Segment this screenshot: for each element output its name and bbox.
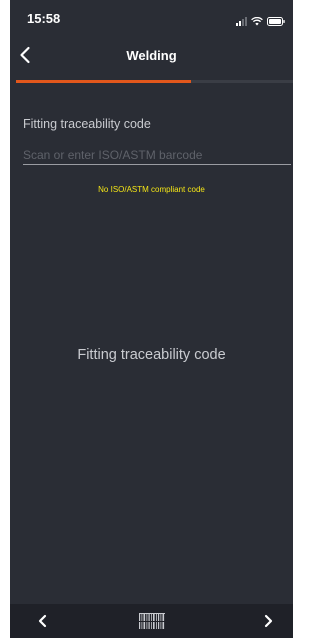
signal-icon [236, 13, 247, 31]
page-title: Welding [126, 48, 177, 63]
main-content: Fitting traceability code No ISO/ASTM co… [10, 84, 293, 604]
progress-bar [16, 80, 293, 83]
status-bar: 15:58 [10, 0, 293, 36]
battery-icon [267, 13, 285, 31]
center-label: Fitting traceability code [77, 347, 226, 363]
status-time: 15:58 [27, 11, 61, 26]
barcode-icon[interactable] [135, 612, 169, 630]
field-label: Fitting traceability code [23, 117, 151, 131]
wifi-icon [251, 13, 263, 31]
next-chevron-icon[interactable] [257, 610, 279, 632]
warning-message: No ISO/ASTM compliant code [98, 185, 205, 194]
barcode-input[interactable] [23, 146, 291, 165]
navigation-bar: Welding [10, 36, 293, 74]
previous-chevron-icon[interactable] [32, 610, 54, 632]
bottom-toolbar [10, 604, 293, 638]
progress-fill [16, 80, 191, 83]
app-screen: 15:58 Welding Fitting traceability code … [10, 0, 293, 638]
status-icons [236, 13, 285, 31]
